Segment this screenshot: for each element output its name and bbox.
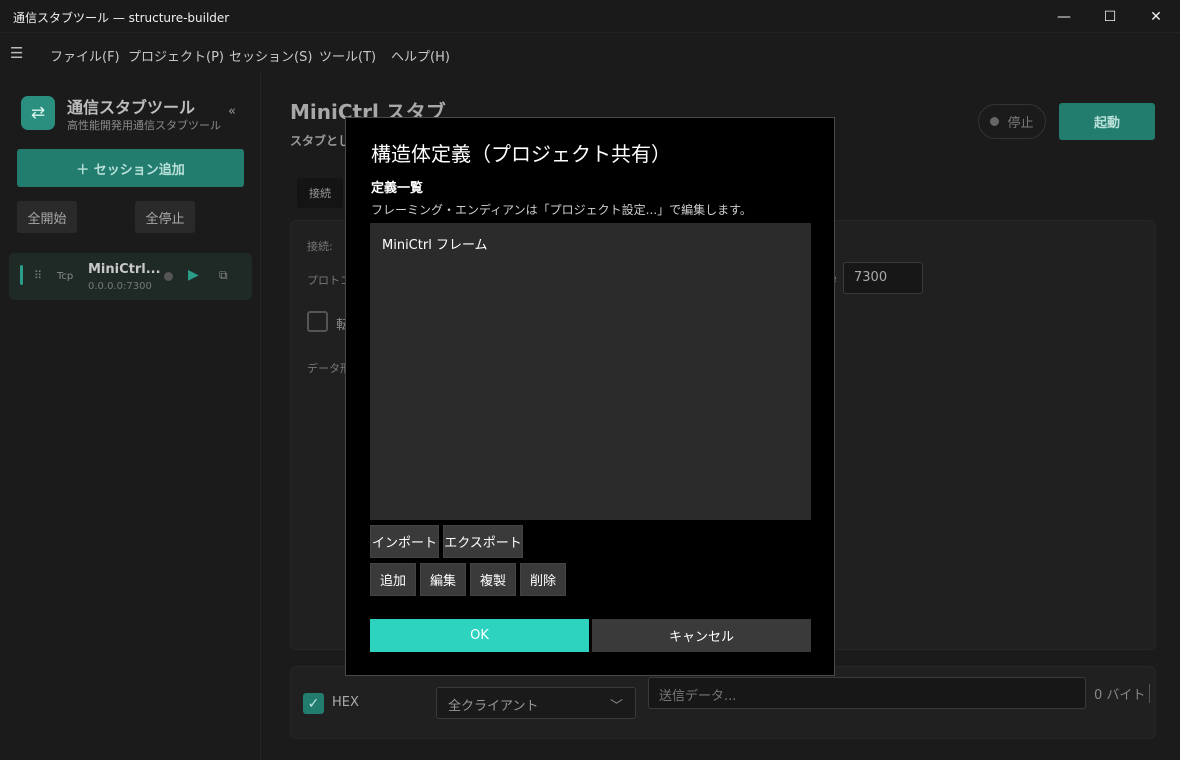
cancel-button[interactable]: キャンセル	[592, 619, 811, 652]
app-subtitle: 高性能開発用通信スタブツール	[67, 119, 221, 132]
menu-project[interactable]: プロジェクト(P)	[128, 46, 224, 65]
title-bar: 通信スタブツール — structure-builder — ☐ ✕	[0, 0, 1180, 33]
app-logo-icon: ⇄	[21, 96, 55, 130]
start-button[interactable]: 起動	[1059, 103, 1155, 140]
start-all-button[interactable]: 全開始	[17, 201, 77, 233]
option-checkbox[interactable]	[307, 311, 328, 332]
import-button[interactable]: インポート	[370, 525, 439, 558]
page-subtitle: スタブとし	[290, 134, 351, 148]
drag-handle-icon[interactable]: ⠿	[34, 269, 42, 282]
client-select[interactable]: 全クライアント ﹀	[436, 687, 636, 719]
sidebar: ⇄ 通信スタブツール 高性能開発用通信スタブツール « ＋ セッション追加 全開…	[0, 72, 261, 760]
add-session-button[interactable]: ＋ セッション追加	[17, 149, 244, 187]
list-item[interactable]: MiniCtrl フレーム	[382, 234, 488, 253]
dialog-note: フレーミング・エンディアンは「プロジェクト設定...」で編集します。	[371, 203, 752, 217]
status-dot-icon	[990, 117, 1000, 126]
menu-bar: ☰ ファイル(F) プロジェクト(P) セッション(S) ツール(T) ヘルプ(…	[0, 34, 1180, 72]
duplicate-button[interactable]: 複製	[470, 563, 516, 596]
session-protocol: Tcp	[57, 271, 74, 282]
byte-count: 0 バイト	[1094, 684, 1151, 703]
menu-help[interactable]: ヘルプ(H)	[391, 46, 450, 65]
session-item[interactable]: ⠿ Tcp MiniCtrl... 0.0.0.0:7300 ▶ ⧉	[9, 253, 252, 300]
collapse-sidebar-icon[interactable]: «	[228, 104, 236, 119]
edit-button[interactable]: 編集	[420, 563, 466, 596]
send-data-input[interactable]: 送信データ...	[648, 677, 1086, 709]
session-name: MiniCtrl...	[88, 262, 161, 277]
session-address: 0.0.0.0:7300	[88, 281, 152, 292]
stop-label: 停止	[1007, 116, 1034, 131]
window-title: 通信スタブツール — structure-builder	[13, 11, 230, 25]
session-accent	[20, 265, 23, 285]
close-icon[interactable]: ✕	[1133, 0, 1179, 33]
status-dot-icon	[164, 272, 173, 281]
connection-label: 接続:	[307, 240, 333, 253]
hex-label: HEX	[332, 695, 359, 710]
client-select-value: 全クライアント	[448, 699, 539, 714]
dialog-title: 構造体定義（プロジェクト共有）	[371, 142, 671, 166]
app-name: 通信スタブツール	[67, 98, 196, 117]
play-icon[interactable]: ▶	[188, 267, 199, 283]
minimize-icon[interactable]: —	[1041, 0, 1087, 33]
menu-file[interactable]: ファイル(F)	[50, 46, 120, 65]
duplicate-icon[interactable]: ⧉	[219, 268, 228, 283]
ok-button[interactable]: OK	[370, 619, 589, 652]
chevron-down-icon: ﹀	[609, 699, 623, 714]
definition-list-heading: 定義一覧	[371, 181, 424, 196]
hamburger-icon[interactable]: ☰	[10, 44, 23, 62]
delete-button[interactable]: 削除	[520, 563, 566, 596]
send-bar: ✓ HEX 全クライアント ﹀ 送信データ... 0 バイト	[290, 666, 1156, 739]
struct-definition-dialog: 構造体定義（プロジェクト共有） 定義一覧 フレーミング・エンディアンは「プロジェ…	[345, 117, 835, 676]
stop-all-button[interactable]: 全停止	[135, 201, 195, 233]
hex-checkbox[interactable]: ✓	[303, 693, 324, 714]
menu-session[interactable]: セッション(S)	[229, 46, 312, 65]
maximize-icon[interactable]: ☐	[1087, 0, 1133, 33]
stop-button[interactable]: 停止	[978, 104, 1046, 139]
menu-tools[interactable]: ツール(T)	[319, 46, 376, 65]
definition-list[interactable]: MiniCtrl フレーム	[370, 223, 811, 520]
tab-connection[interactable]: 接続	[297, 178, 343, 208]
add-button[interactable]: 追加	[370, 563, 416, 596]
port-input[interactable]: 7300	[843, 262, 923, 294]
export-button[interactable]: エクスポート	[443, 525, 523, 558]
